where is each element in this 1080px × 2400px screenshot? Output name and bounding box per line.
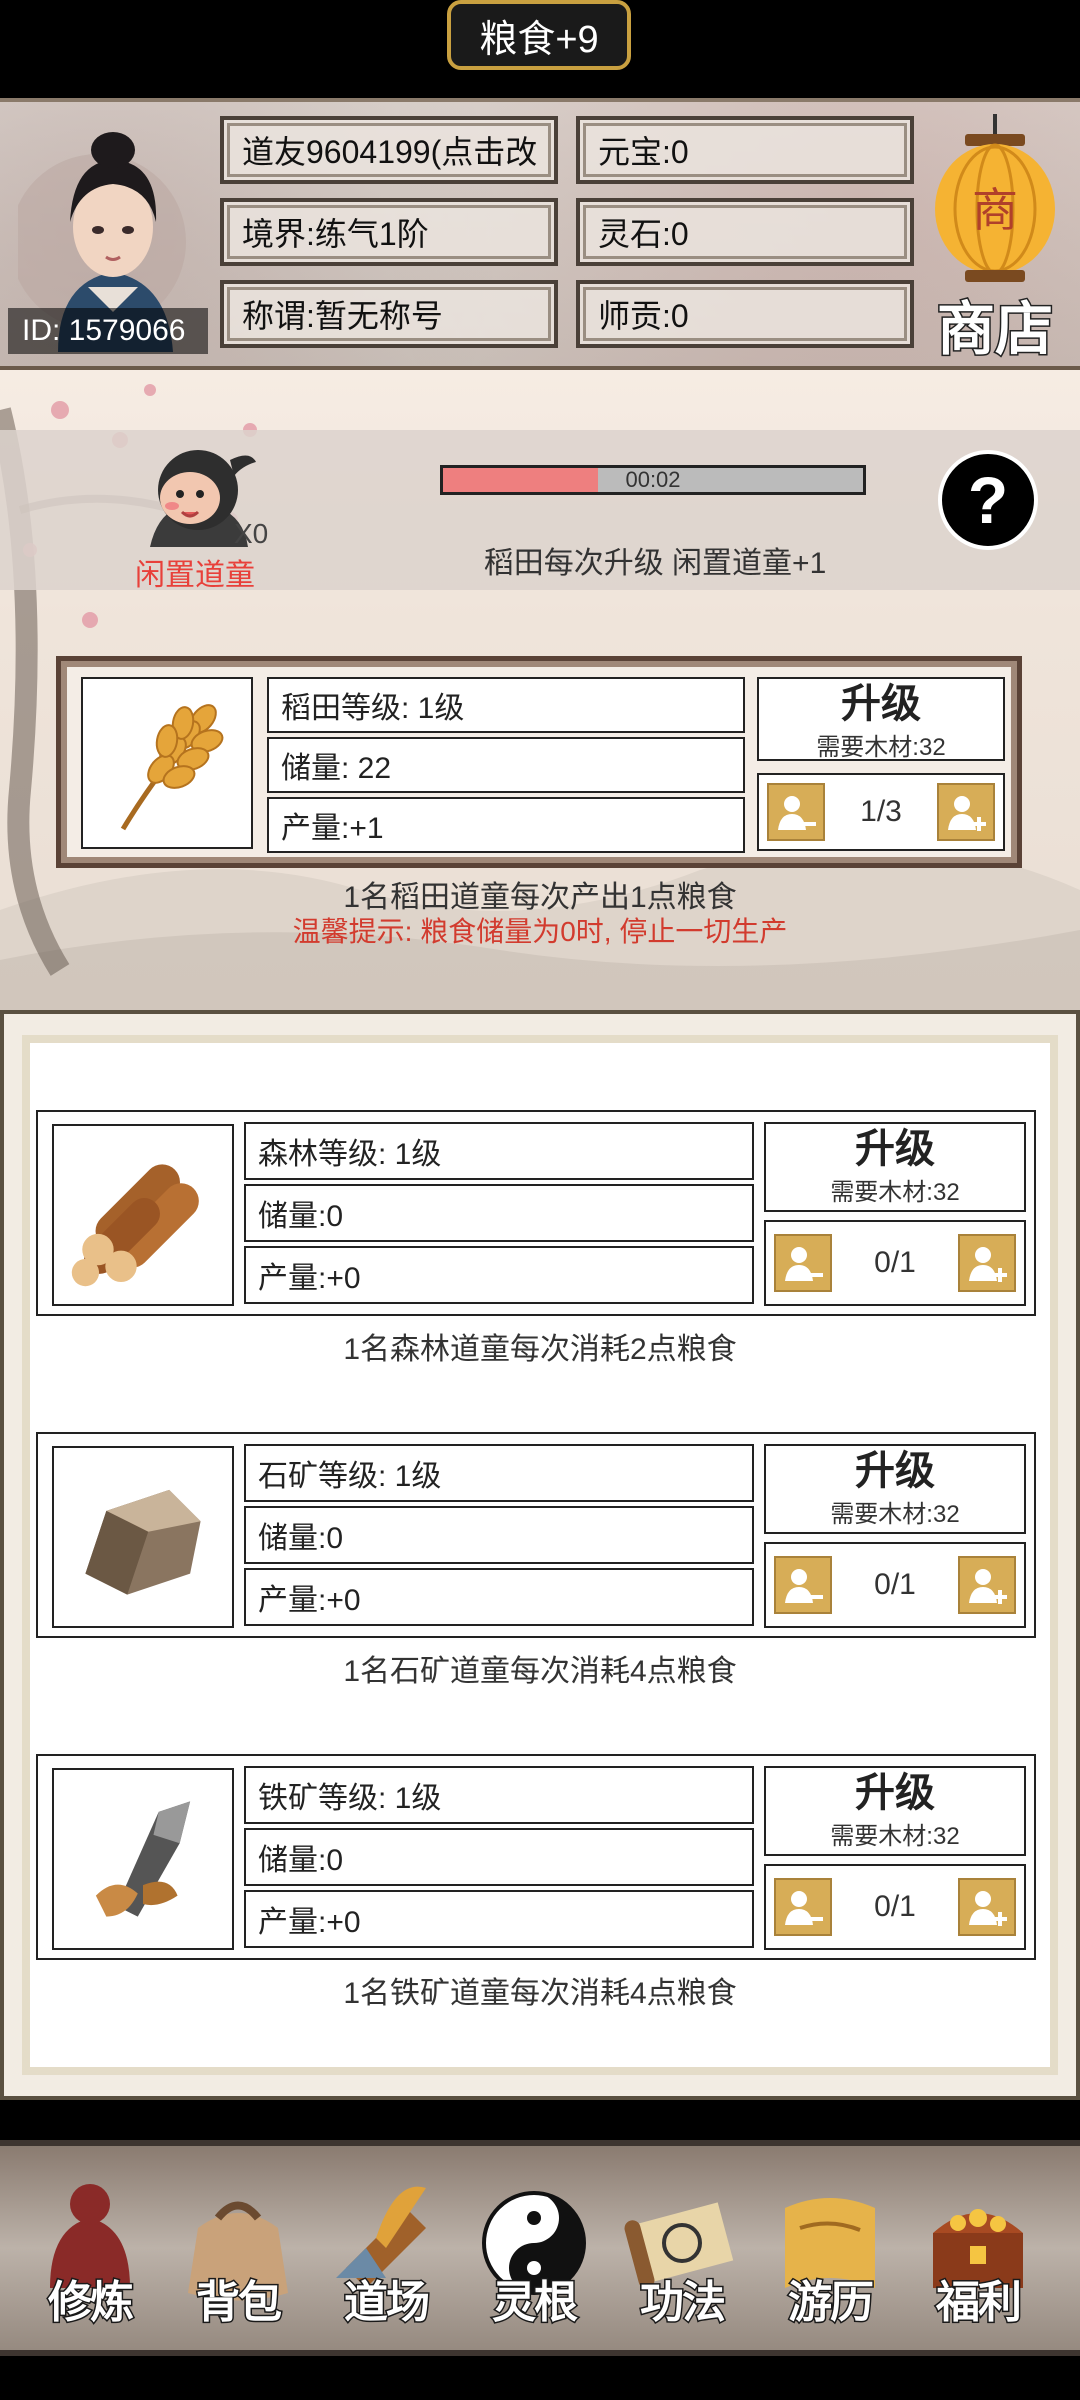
stone-output: 产量:+0: [244, 1568, 754, 1626]
add-person-icon: [969, 1569, 1007, 1604]
idle-label: 闲置道童: [135, 559, 255, 592]
iron-card: 铁矿等级: 1级 储量:0 产量:+0 升级 需要木材:32 0/1: [36, 1754, 1036, 1960]
nav-label: 道场: [343, 2276, 432, 2330]
food-warning: 温馨提示: 粮食储量为0时, 停止一切生产: [292, 916, 788, 947]
iron-worker-slot: 0/1: [764, 1864, 1026, 1950]
add-worker-button[interactable]: [958, 1234, 1016, 1292]
rice-field-worker-slot: 1/3: [757, 773, 1005, 851]
forest-level: 森林等级: 1级: [244, 1122, 754, 1180]
nav-treasure-chest[interactable]: 福利: [908, 2168, 1048, 2338]
lantern-icon: 商: [935, 114, 1055, 282]
stone-storage: 储量:0: [244, 1506, 754, 1564]
stone-ore-icon: [85, 1489, 201, 1595]
forest-worker-slot: 0/1: [764, 1220, 1026, 1306]
nav-label: 灵根: [491, 2276, 580, 2330]
rice-field-output: 产量:+1: [267, 797, 745, 853]
rice-field-image: [81, 677, 253, 849]
upgrade-label: 升级: [855, 1769, 935, 1816]
add-worker-button[interactable]: [958, 1556, 1016, 1614]
iron-level: 铁矿等级: 1级: [244, 1766, 754, 1824]
iron-output: 产量:+0: [244, 1890, 754, 1948]
rice-field-worker-count: 1/3: [860, 795, 902, 828]
iron-description: 1名铁矿道童每次消耗4点粮食: [343, 1977, 737, 2010]
remove-worker-button[interactable]: [774, 1878, 832, 1936]
help-button[interactable]: ?: [938, 450, 1038, 550]
title-field: 称谓:暂无称号: [220, 280, 558, 348]
upgrade-cost: 需要木材:32: [830, 1823, 960, 1850]
add-worker-button[interactable]: [958, 1878, 1016, 1936]
lingshi-field: 灵石:0: [576, 198, 914, 266]
remove-person-icon: [785, 1247, 823, 1281]
add-worker-button[interactable]: [937, 783, 995, 841]
forest-worker-count: 0/1: [874, 1246, 916, 1279]
stone-image: [52, 1446, 234, 1628]
production-timer-text: 00:02: [625, 467, 681, 492]
remove-worker-button[interactable]: [774, 1234, 832, 1292]
forest-card: 森林等级: 1级 储量:0 产量:+0 升级 需要木材:32 0/1: [36, 1110, 1036, 1316]
upgrade-cost: 需要木材:32: [816, 734, 946, 761]
remove-worker-button[interactable]: [767, 783, 825, 841]
forest-image: [52, 1124, 234, 1306]
iron-ore-icon: [95, 1801, 191, 1917]
nav-label: 福利: [935, 2276, 1024, 2330]
nav-label: 游历: [787, 2276, 876, 2330]
nav-label: 功法: [639, 2276, 728, 2330]
remove-person-icon: [785, 1891, 823, 1925]
upgrade-label: 升级: [841, 680, 921, 727]
production-timer-bar: 00:02: [440, 465, 866, 495]
upgrade-cost: 需要木材:32: [830, 1179, 960, 1206]
nav-map[interactable]: 游历: [760, 2168, 900, 2338]
idle-tip: 稻田每次升级 闲置道童+1: [483, 547, 827, 580]
nav-label: 修炼: [47, 2276, 136, 2330]
forest-storage: 储量:0: [244, 1184, 754, 1242]
nav-cultivation[interactable]: 修炼: [20, 2168, 160, 2338]
rice-field-upgrade-button[interactable]: 升级 需要木材:32: [757, 677, 1005, 761]
nav-scroll[interactable]: 功法: [612, 2168, 752, 2338]
upgrade-cost: 需要木材:32: [830, 1501, 960, 1528]
rice-field-card: 稻田等级: 1级 储量: 22 产量:+1 升级 需要木材:32 1/3: [56, 656, 1022, 868]
upgrade-label: 升级: [855, 1125, 935, 1172]
resource-gain-toast: 粮食+9: [447, 0, 631, 70]
stone-level: 石矿等级: 1级: [244, 1444, 754, 1502]
remove-person-icon: [778, 796, 816, 830]
stone-upgrade-button[interactable]: 升级 需要木材:32: [764, 1444, 1026, 1534]
stone-worker-slot: 0/1: [764, 1542, 1026, 1628]
yuanbao-field: 元宝:0: [576, 116, 914, 184]
rice-field-storage: 储量: 22: [267, 737, 745, 793]
iron-worker-count: 0/1: [874, 1890, 916, 1923]
forest-output: 产量:+0: [244, 1246, 754, 1304]
player-id: ID: 1579066: [8, 308, 208, 354]
add-person-icon: [948, 796, 986, 831]
stone-description: 1名石矿道童每次消耗4点粮食: [343, 1655, 737, 1688]
iron-storage: 储量:0: [244, 1828, 754, 1886]
player-name-field[interactable]: 道友9604199(点击改: [220, 116, 558, 184]
stone-worker-count: 0/1: [874, 1568, 916, 1601]
forest-description: 1名森林道童每次消耗2点粮食: [343, 1333, 737, 1366]
realm-field: 境界:练气1阶: [220, 198, 558, 266]
player-header: ID: 1579066 道友9604199(点击改 境界:练气1阶 称谓:暂无称…: [0, 98, 1080, 370]
idle-count: X0: [234, 518, 269, 549]
shigong-field: 师贡:0: [576, 280, 914, 348]
wheat-icon: [120, 704, 224, 831]
add-person-icon: [969, 1247, 1007, 1282]
forest-upgrade-button[interactable]: 升级 需要木材:32: [764, 1122, 1026, 1212]
remove-worker-button[interactable]: [774, 1556, 832, 1614]
wood-logs-icon: [71, 1164, 199, 1287]
shop-label: 商店: [935, 294, 1054, 365]
stone-card: 石矿等级: 1级 储量:0 产量:+0 升级 需要木材:32 0/1: [36, 1432, 1036, 1638]
nav-backpack[interactable]: 背包: [168, 2168, 308, 2338]
remove-person-icon: [785, 1569, 823, 1603]
iron-image: [52, 1768, 234, 1950]
rice-field-level: 稻田等级: 1级: [267, 677, 745, 733]
nav-dojo[interactable]: 道场: [316, 2168, 456, 2338]
add-person-icon: [969, 1891, 1007, 1926]
nav-yin-yang[interactable]: 灵根: [464, 2168, 604, 2338]
iron-upgrade-button[interactable]: 升级 需要木材:32: [764, 1766, 1026, 1856]
svg-text:商: 商: [972, 183, 1018, 237]
nav-label: 背包: [195, 2276, 284, 2330]
upgrade-label: 升级: [855, 1447, 935, 1494]
shop-button[interactable]: 商 商店: [920, 114, 1070, 365]
